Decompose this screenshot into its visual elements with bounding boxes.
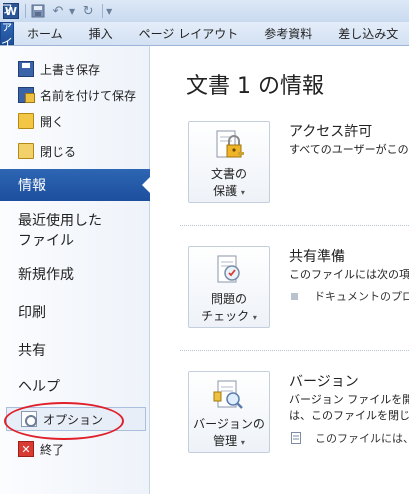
section-divider: [180, 350, 409, 351]
close-folder-icon: [18, 143, 34, 159]
nav-help[interactable]: ヘルプ: [0, 370, 150, 402]
exit-label: 終了: [40, 442, 65, 457]
toolbar-separator: [102, 4, 104, 18]
chevron-down-icon: ▾: [252, 313, 257, 322]
open-command[interactable]: 開く: [0, 110, 150, 132]
toolbar-separator: [25, 4, 26, 18]
protect-label-2: 保護 ▾: [213, 184, 245, 198]
chevron-down-icon: ▾: [240, 188, 245, 197]
versions-desc-2: は、このファイルを閉じた: [289, 409, 409, 422]
permissions-title: アクセス許可: [289, 124, 373, 140]
tab-home[interactable]: ホーム: [14, 22, 76, 45]
nav-share[interactable]: 共有: [0, 334, 150, 366]
backstage-nav: 上書き保存 名前を付けて保存 開く 閉じる 情報 最近使用した ファイル 新規作…: [0, 46, 151, 494]
protect-document-button[interactable]: 文書の 保護 ▾: [188, 121, 270, 203]
nav-recent[interactable]: 最近使用した ファイル: [0, 208, 150, 254]
bullet-icon: [291, 292, 298, 300]
tab-references[interactable]: 参考資料: [251, 22, 325, 45]
lock-icon: [216, 130, 244, 158]
nav-share-label: 共有: [18, 343, 46, 359]
versions-label-2: 管理 ▾: [213, 434, 245, 448]
exit-command[interactable]: ✕ 終了: [0, 438, 150, 460]
versions-bullet: このファイルには、前: [291, 430, 409, 446]
save-icon[interactable]: [29, 2, 47, 20]
section-divider: [180, 225, 409, 226]
check-label-2: チェック ▾: [201, 309, 257, 323]
page-title: 文書 1 の情報: [186, 74, 324, 99]
prepare-title: 共有準備: [289, 249, 345, 265]
close-label: 閉じる: [40, 144, 77, 159]
active-indicator: [142, 176, 151, 194]
nav-print-label: 印刷: [18, 305, 46, 321]
nav-info-label: 情報: [18, 178, 46, 194]
options-label: オプション: [43, 412, 104, 427]
inspect-document-icon: [217, 255, 240, 283]
manage-versions-button[interactable]: バージョンの 管理 ▾: [188, 371, 270, 453]
customize-icon[interactable]: ▼: [106, 7, 112, 16]
options-icon: [21, 411, 37, 427]
check-issues-button[interactable]: 問題の チェック ▾: [188, 246, 270, 328]
tab-page-layout[interactable]: ページ レイアウト: [126, 22, 252, 45]
tab-mailings[interactable]: 差し込み文: [325, 22, 409, 45]
document-icon: [291, 432, 301, 444]
quick-access-toolbar: W ↶ ▼ ↻ ▼: [0, 0, 409, 22]
tab-file[interactable]: ファイル: [0, 2, 15, 67]
versions-label-1: バージョンの: [193, 417, 265, 431]
chevron-down-icon: ▾: [240, 438, 245, 447]
versions-title: バージョン: [289, 374, 359, 390]
prepare-bullet: ドキュメントのプロパ: [291, 288, 409, 304]
save-command[interactable]: 上書き保存: [0, 58, 150, 80]
save-as-icon: [18, 87, 35, 103]
protect-label-1: 文書の: [210, 167, 247, 181]
open-label: 開く: [40, 114, 65, 129]
redo-icon[interactable]: ↻: [79, 2, 97, 20]
manage-versions-icon: [213, 380, 243, 409]
permissions-desc: すべてのユーザーがこの文: [289, 143, 409, 156]
undo-dropdown-icon[interactable]: ▼: [69, 7, 75, 16]
check-label-1: 問題の: [210, 292, 247, 306]
exit-icon: ✕: [18, 441, 34, 457]
ribbon-tab-bar: ファイル ホーム 挿入 ページ レイアウト 参考資料 差し込み文: [0, 2, 409, 67]
save-as-command[interactable]: 名前を付けて保存: [0, 84, 150, 106]
options-command[interactable]: オプション: [6, 407, 146, 431]
tab-insert[interactable]: 挿入: [76, 22, 126, 45]
close-command[interactable]: 閉じる: [0, 140, 150, 162]
undo-icon[interactable]: ↶: [49, 2, 67, 20]
save-icon: [18, 61, 34, 77]
nav-print[interactable]: 印刷: [0, 296, 150, 328]
nav-new[interactable]: 新規作成: [0, 258, 150, 290]
nav-recent-label-2: ファイル: [18, 233, 74, 249]
nav-recent-label-1: 最近使用した: [18, 213, 102, 229]
save-as-label: 名前を付けて保存: [40, 88, 137, 103]
save-label: 上書き保存: [40, 62, 101, 77]
nav-new-label: 新規作成: [18, 267, 74, 283]
open-folder-icon: [18, 113, 34, 129]
nav-help-label: ヘルプ: [18, 379, 60, 395]
nav-info[interactable]: 情報: [0, 169, 151, 201]
prepare-desc: このファイルには次の項目: [289, 268, 409, 281]
versions-desc-1: バージョン ファイルを開い: [289, 393, 409, 406]
